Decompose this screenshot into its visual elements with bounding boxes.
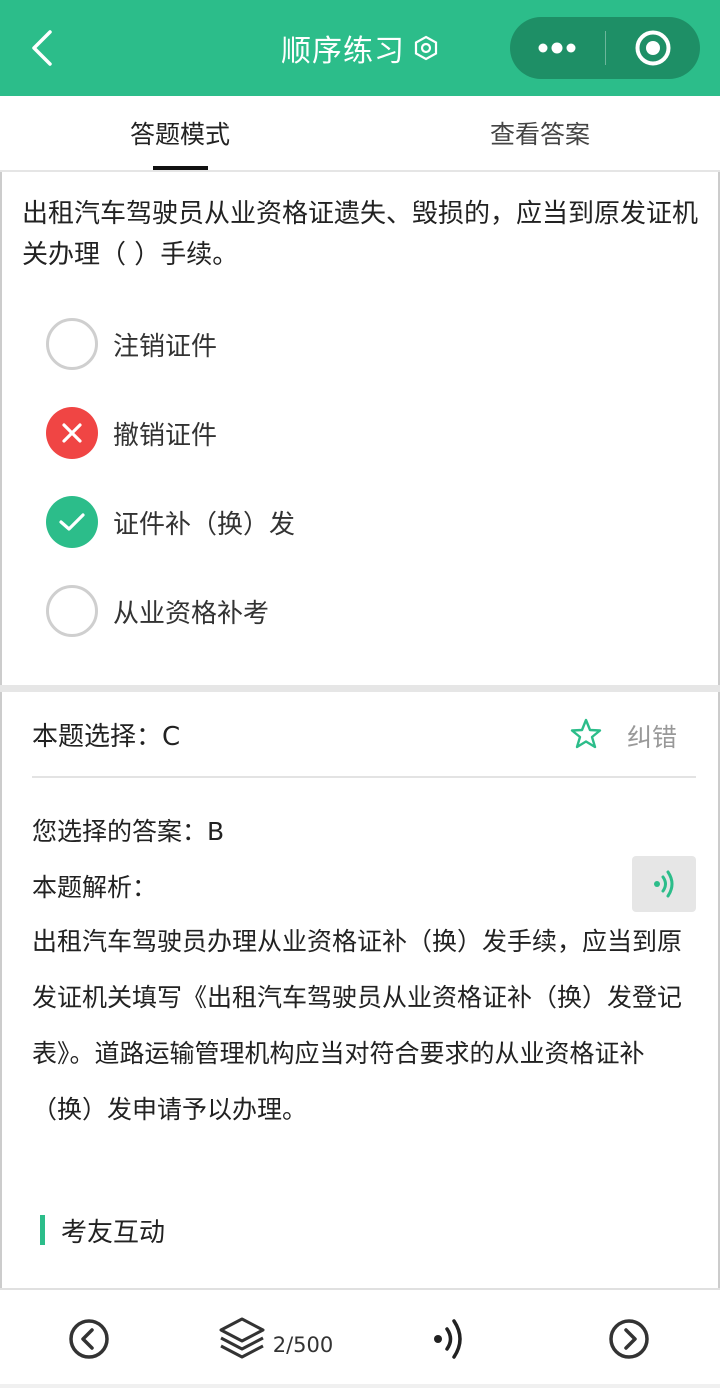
option-label: 撤销证件 — [113, 420, 218, 451]
tab-view-answers[interactable]: 查看答案 — [360, 96, 720, 170]
option-label: 证件补（换）发 — [113, 509, 296, 540]
community-title: 考友互动 — [61, 1217, 166, 1248]
question-list-button[interactable]: 2/500 — [210, 1314, 340, 1364]
section-divider — [0, 685, 720, 692]
option-b[interactable]: 撤销证件 — [46, 406, 217, 460]
audio-wave-icon — [434, 1319, 462, 1359]
option-radio-empty-icon — [46, 318, 98, 370]
active-tab-indicator — [153, 166, 208, 170]
community-section-title: 考友互动 — [40, 1214, 166, 1248]
option-d[interactable]: 从业资格补考 — [46, 584, 269, 638]
navigation-header: 顺序练习 — [0, 0, 720, 96]
option-c[interactable]: 证件补（换）发 — [46, 495, 295, 549]
question-audio-button[interactable] — [428, 1314, 472, 1364]
prev-circle-icon — [69, 1319, 109, 1359]
question-card: 出租汽车驾驶员从业资格证遗失、毁损的，应当到原发证机关办理（ ）手续。 注销证件… — [0, 172, 720, 685]
target-circle-icon — [635, 30, 671, 66]
bottom-toolbar: 2/500 — [0, 1288, 720, 1388]
option-a[interactable]: 注销证件 — [46, 317, 217, 371]
analysis-text: 出租汽车驾驶员办理从业资格证补（换）发手续，应当到原发证机关填写《出租汽车驾驶员… — [32, 927, 683, 1124]
audio-wave-icon — [654, 870, 674, 898]
miniprogram-capsule — [510, 17, 700, 79]
section-accent-bar — [40, 1215, 45, 1245]
more-button[interactable] — [510, 17, 605, 79]
analysis-label: 本题解析： — [32, 873, 158, 902]
mode-tabs: 答题模式 查看答案 — [0, 96, 720, 172]
star-icon — [570, 718, 602, 749]
next-question-button[interactable] — [606, 1314, 652, 1364]
question-text: 出租汽车驾驶员从业资格证遗失、毁损的，应当到原发证机关办理（ ）手续。 — [22, 199, 699, 270]
answer-card: 本题选择：C 纠错 您选择的答案：B 本题解析： 出租汽车驾驶员办理从业资格证补… — [0, 692, 720, 1288]
your-answer-text: 您选择的答案：B — [32, 817, 225, 846]
question-progress: 2/500 — [272, 1333, 334, 1357]
answer-divider — [32, 776, 696, 778]
wrong-cross-icon — [46, 407, 98, 459]
option-label: 注销证件 — [113, 331, 218, 362]
bottom-safe-area — [0, 1384, 720, 1388]
layers-icon — [219, 1317, 265, 1359]
next-circle-icon — [609, 1319, 649, 1359]
option-radio-empty-icon — [46, 585, 98, 637]
analysis-audio-button[interactable] — [632, 856, 696, 912]
page-title: 顺序练习 — [281, 34, 405, 69]
more-dots-icon — [538, 42, 576, 54]
correct-check-icon — [46, 496, 98, 548]
option-label: 从业资格补考 — [113, 598, 270, 629]
settings-hex-icon[interactable] — [413, 35, 439, 61]
previous-question-button[interactable] — [66, 1314, 112, 1364]
close-miniprogram-button[interactable] — [606, 17, 701, 79]
correct-answer-text: 本题选择：C — [32, 722, 181, 752]
report-error-button[interactable]: 纠错 — [627, 718, 677, 754]
favorite-button[interactable] — [568, 716, 604, 752]
tab-answer-mode[interactable]: 答题模式 — [0, 96, 360, 170]
